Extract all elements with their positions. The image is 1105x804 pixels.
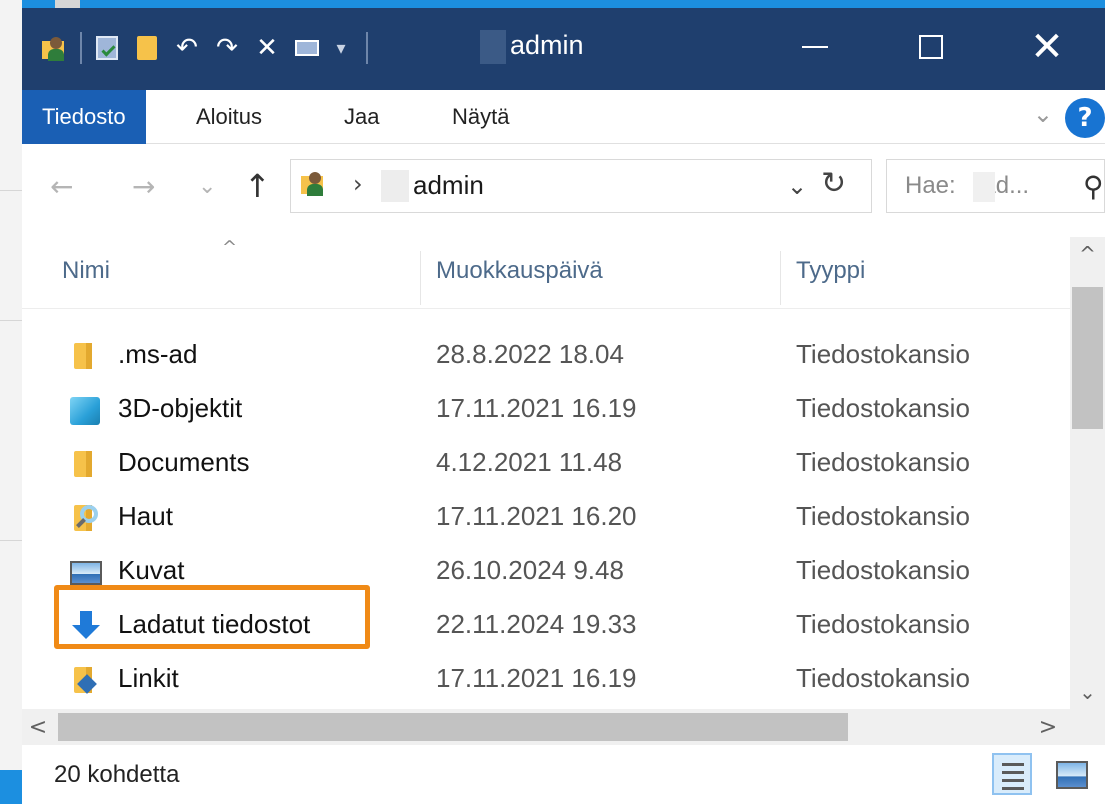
file-name: Haut bbox=[118, 501, 173, 531]
pictures-icon bbox=[70, 555, 104, 589]
vertical-scroll-thumb[interactable] bbox=[1072, 287, 1103, 429]
desktop-left-strip bbox=[0, 0, 22, 804]
navigation-bar: ← → ⌄ ↑ › admin ⌄ ↻ Hae: ad... ⚲ bbox=[22, 145, 1105, 237]
file-name: Linkit bbox=[118, 663, 179, 693]
horizontal-scrollbar[interactable]: < > bbox=[22, 709, 1105, 745]
file-name: Documents bbox=[118, 447, 250, 477]
file-row[interactable]: Linkit 17.11.2021 16.19 Tiedostokansio bbox=[52, 653, 1062, 707]
close-button[interactable]: ✕ bbox=[989, 8, 1105, 86]
title-bar[interactable]: ↶ ↷ ✕ ▾ admin ✕ bbox=[22, 8, 1105, 90]
close-icon: ✕ bbox=[1030, 24, 1064, 70]
maximize-button[interactable] bbox=[873, 8, 989, 86]
address-redaction bbox=[381, 170, 409, 202]
column-type[interactable]: Tyyppi bbox=[796, 257, 865, 285]
maximize-icon bbox=[919, 35, 943, 59]
3d-objects-icon bbox=[70, 393, 104, 427]
column-name[interactable]: Nimi bbox=[62, 257, 110, 285]
delete-icon[interactable]: ✕ bbox=[252, 33, 282, 63]
large-icons-view-icon[interactable] bbox=[1056, 761, 1088, 789]
address-bar[interactable]: › admin ⌄ ↻ bbox=[290, 159, 872, 213]
file-type: Tiedostokansio bbox=[796, 609, 970, 639]
search-redaction bbox=[973, 172, 995, 202]
refresh-icon[interactable]: ↻ bbox=[821, 166, 846, 201]
title-redaction bbox=[480, 30, 506, 64]
tab-file[interactable]: Tiedosto bbox=[22, 90, 146, 144]
file-row[interactable]: Documents 4.12.2021 11.48 Tiedostokansio bbox=[52, 437, 1062, 491]
search-icon[interactable]: ⚲ bbox=[1083, 170, 1104, 203]
undo-icon[interactable]: ↶ bbox=[172, 33, 202, 63]
taskbar-fragment bbox=[0, 770, 22, 804]
scroll-up-icon[interactable]: ^ bbox=[1070, 237, 1105, 271]
file-row[interactable]: Haut 17.11.2021 16.20 Tiedostokansio bbox=[52, 491, 1062, 545]
file-name: Kuvat bbox=[118, 555, 185, 585]
scroll-left-icon[interactable]: < bbox=[22, 709, 54, 745]
ribbon-expand-chevron-icon[interactable]: ⌄ bbox=[1033, 100, 1053, 128]
file-modified: 26.10.2024 9.48 bbox=[436, 555, 624, 585]
sort-ascending-icon: ^ bbox=[222, 237, 238, 258]
up-button[interactable]: ↑ bbox=[244, 165, 271, 207]
file-row[interactable]: 3D-objektit 17.11.2021 16.19 Tiedostokan… bbox=[52, 383, 1062, 437]
column-header-row: ^ Nimi Muokkauspäivä Tyyppi bbox=[22, 237, 1070, 309]
file-modified: 4.12.2021 11.48 bbox=[436, 447, 623, 477]
item-count: 20 kohdetta bbox=[54, 761, 180, 788]
back-button[interactable]: ← bbox=[50, 165, 73, 207]
file-modified: 17.11.2021 16.20 bbox=[436, 501, 637, 531]
file-explorer-window: ↶ ↷ ✕ ▾ admin ✕ Tiedosto Aloitus Jaa Näy… bbox=[22, 8, 1105, 804]
scroll-down-icon[interactable]: ⌄ bbox=[1070, 675, 1105, 709]
address-dropdown-icon[interactable]: ⌄ bbox=[787, 172, 807, 200]
vertical-scrollbar[interactable]: ^ ⌄ bbox=[1070, 237, 1105, 709]
file-type: Tiedostokansio bbox=[796, 447, 970, 477]
rename-icon[interactable] bbox=[292, 33, 322, 63]
ribbon: Tiedosto Aloitus Jaa Näytä ⌄ ? bbox=[22, 90, 1105, 144]
status-bar: 20 kohdetta bbox=[22, 745, 1105, 804]
file-modified: 22.11.2024 19.33 bbox=[436, 609, 637, 639]
search-input[interactable]: Hae: ad... ⚲ bbox=[886, 159, 1105, 213]
file-name: 3D-objektit bbox=[118, 393, 243, 423]
new-folder-icon[interactable] bbox=[132, 33, 162, 63]
searches-icon bbox=[70, 501, 104, 535]
customize-dropdown-icon[interactable]: ▾ bbox=[332, 33, 350, 63]
breadcrumb-current[interactable]: admin bbox=[413, 170, 484, 201]
file-name: .ms-ad bbox=[118, 339, 198, 369]
highlight-box bbox=[54, 585, 370, 649]
file-type: Tiedostokansio bbox=[796, 339, 970, 369]
file-modified: 17.11.2021 16.19 bbox=[436, 393, 637, 423]
search-placeholder: Hae: ad... bbox=[905, 172, 1030, 199]
user-folder-icon bbox=[301, 170, 327, 196]
file-type: Tiedostokansio bbox=[796, 663, 970, 693]
details-view-icon[interactable] bbox=[992, 753, 1032, 795]
properties-icon[interactable] bbox=[92, 33, 122, 63]
folder-user-icon[interactable] bbox=[40, 33, 70, 63]
quick-access-toolbar: ↶ ↷ ✕ ▾ bbox=[40, 26, 378, 70]
file-modified: 17.11.2021 16.19 bbox=[436, 663, 637, 693]
tab-share[interactable]: Jaa bbox=[344, 90, 379, 144]
window-title: admin bbox=[510, 30, 584, 60]
help-icon[interactable]: ? bbox=[1065, 98, 1105, 138]
minimize-button[interactable] bbox=[757, 8, 873, 86]
forward-button[interactable]: → bbox=[132, 165, 155, 207]
minimize-icon bbox=[802, 46, 828, 48]
desktop-top-strip bbox=[0, 0, 1105, 8]
folder-icon bbox=[70, 447, 104, 481]
redo-icon[interactable]: ↷ bbox=[212, 33, 242, 63]
recent-locations-chevron-icon[interactable]: ⌄ bbox=[198, 165, 216, 207]
scroll-right-icon[interactable]: > bbox=[1032, 709, 1064, 745]
tab-view[interactable]: Näytä bbox=[452, 90, 509, 144]
breadcrumb-chevron-icon[interactable]: › bbox=[353, 170, 363, 198]
file-type: Tiedostokansio bbox=[796, 555, 970, 585]
folder-icon bbox=[70, 339, 104, 373]
file-type: Tiedostokansio bbox=[796, 501, 970, 531]
column-modified[interactable]: Muokkauspäivä bbox=[436, 257, 603, 285]
tab-home[interactable]: Aloitus bbox=[196, 90, 262, 144]
file-type: Tiedostokansio bbox=[796, 393, 970, 423]
file-row[interactable]: .ms-ad 28.8.2022 18.04 Tiedostokansio bbox=[52, 329, 1062, 383]
links-icon bbox=[70, 663, 104, 697]
file-modified: 28.8.2022 18.04 bbox=[436, 339, 624, 369]
horizontal-scroll-thumb[interactable] bbox=[58, 713, 848, 741]
